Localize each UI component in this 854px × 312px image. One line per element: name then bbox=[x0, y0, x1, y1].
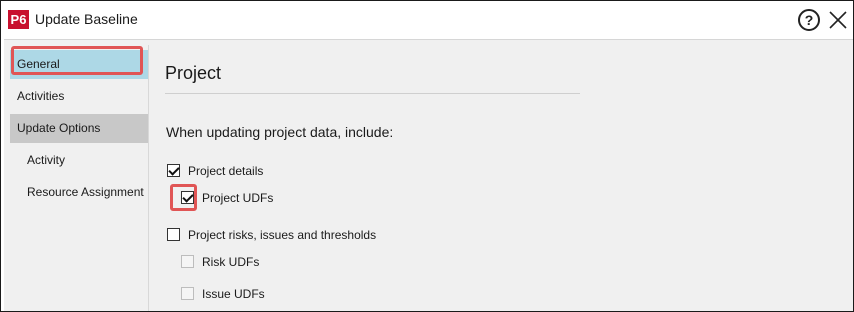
sidebar-item-resource-assignment[interactable]: Resource Assignment bbox=[10, 178, 148, 207]
risk-udfs-checkbox bbox=[181, 255, 194, 268]
dialog-body: General Activities Update Options Activi… bbox=[4, 39, 853, 311]
project-details-label: Project details bbox=[188, 164, 264, 178]
option-risk-udfs: Risk UDFs bbox=[181, 254, 259, 270]
update-baseline-dialog: P6 Update Baseline ? General Activities … bbox=[0, 0, 854, 312]
sidebar: General Activities Update Options Activi… bbox=[10, 45, 149, 311]
option-project-risks[interactable]: Project risks, issues and thresholds bbox=[167, 227, 376, 243]
section-title: Project bbox=[165, 63, 222, 83]
project-udfs-highlight-box bbox=[170, 184, 197, 211]
issue-udfs-label: Issue UDFs bbox=[202, 287, 265, 301]
section-divider bbox=[165, 93, 580, 94]
sidebar-item-activities[interactable]: Activities bbox=[10, 82, 148, 111]
issue-udfs-checkbox bbox=[181, 287, 194, 300]
option-project-details[interactable]: Project details bbox=[167, 163, 263, 179]
help-icon[interactable]: ? bbox=[798, 9, 820, 31]
sidebar-item-activity[interactable]: Activity bbox=[10, 146, 148, 175]
dialog-title: Update Baseline bbox=[35, 11, 138, 27]
lead-text: When updating project data, include: bbox=[166, 124, 394, 140]
sidebar-item-update-options[interactable]: Update Options bbox=[10, 114, 148, 143]
general-highlight-box bbox=[11, 46, 143, 75]
risk-udfs-label: Risk UDFs bbox=[202, 255, 260, 269]
p6-logo: P6 bbox=[8, 10, 29, 29]
project-details-checkbox[interactable] bbox=[167, 164, 180, 177]
project-risks-label: Project risks, issues and thresholds bbox=[188, 228, 377, 242]
title-bar: P6 Update Baseline ? bbox=[1, 1, 853, 37]
project-udfs-label: Project UDFs bbox=[202, 191, 274, 205]
close-icon[interactable] bbox=[827, 9, 849, 31]
project-risks-checkbox[interactable] bbox=[167, 228, 180, 241]
option-issue-udfs: Issue UDFs bbox=[181, 286, 265, 302]
